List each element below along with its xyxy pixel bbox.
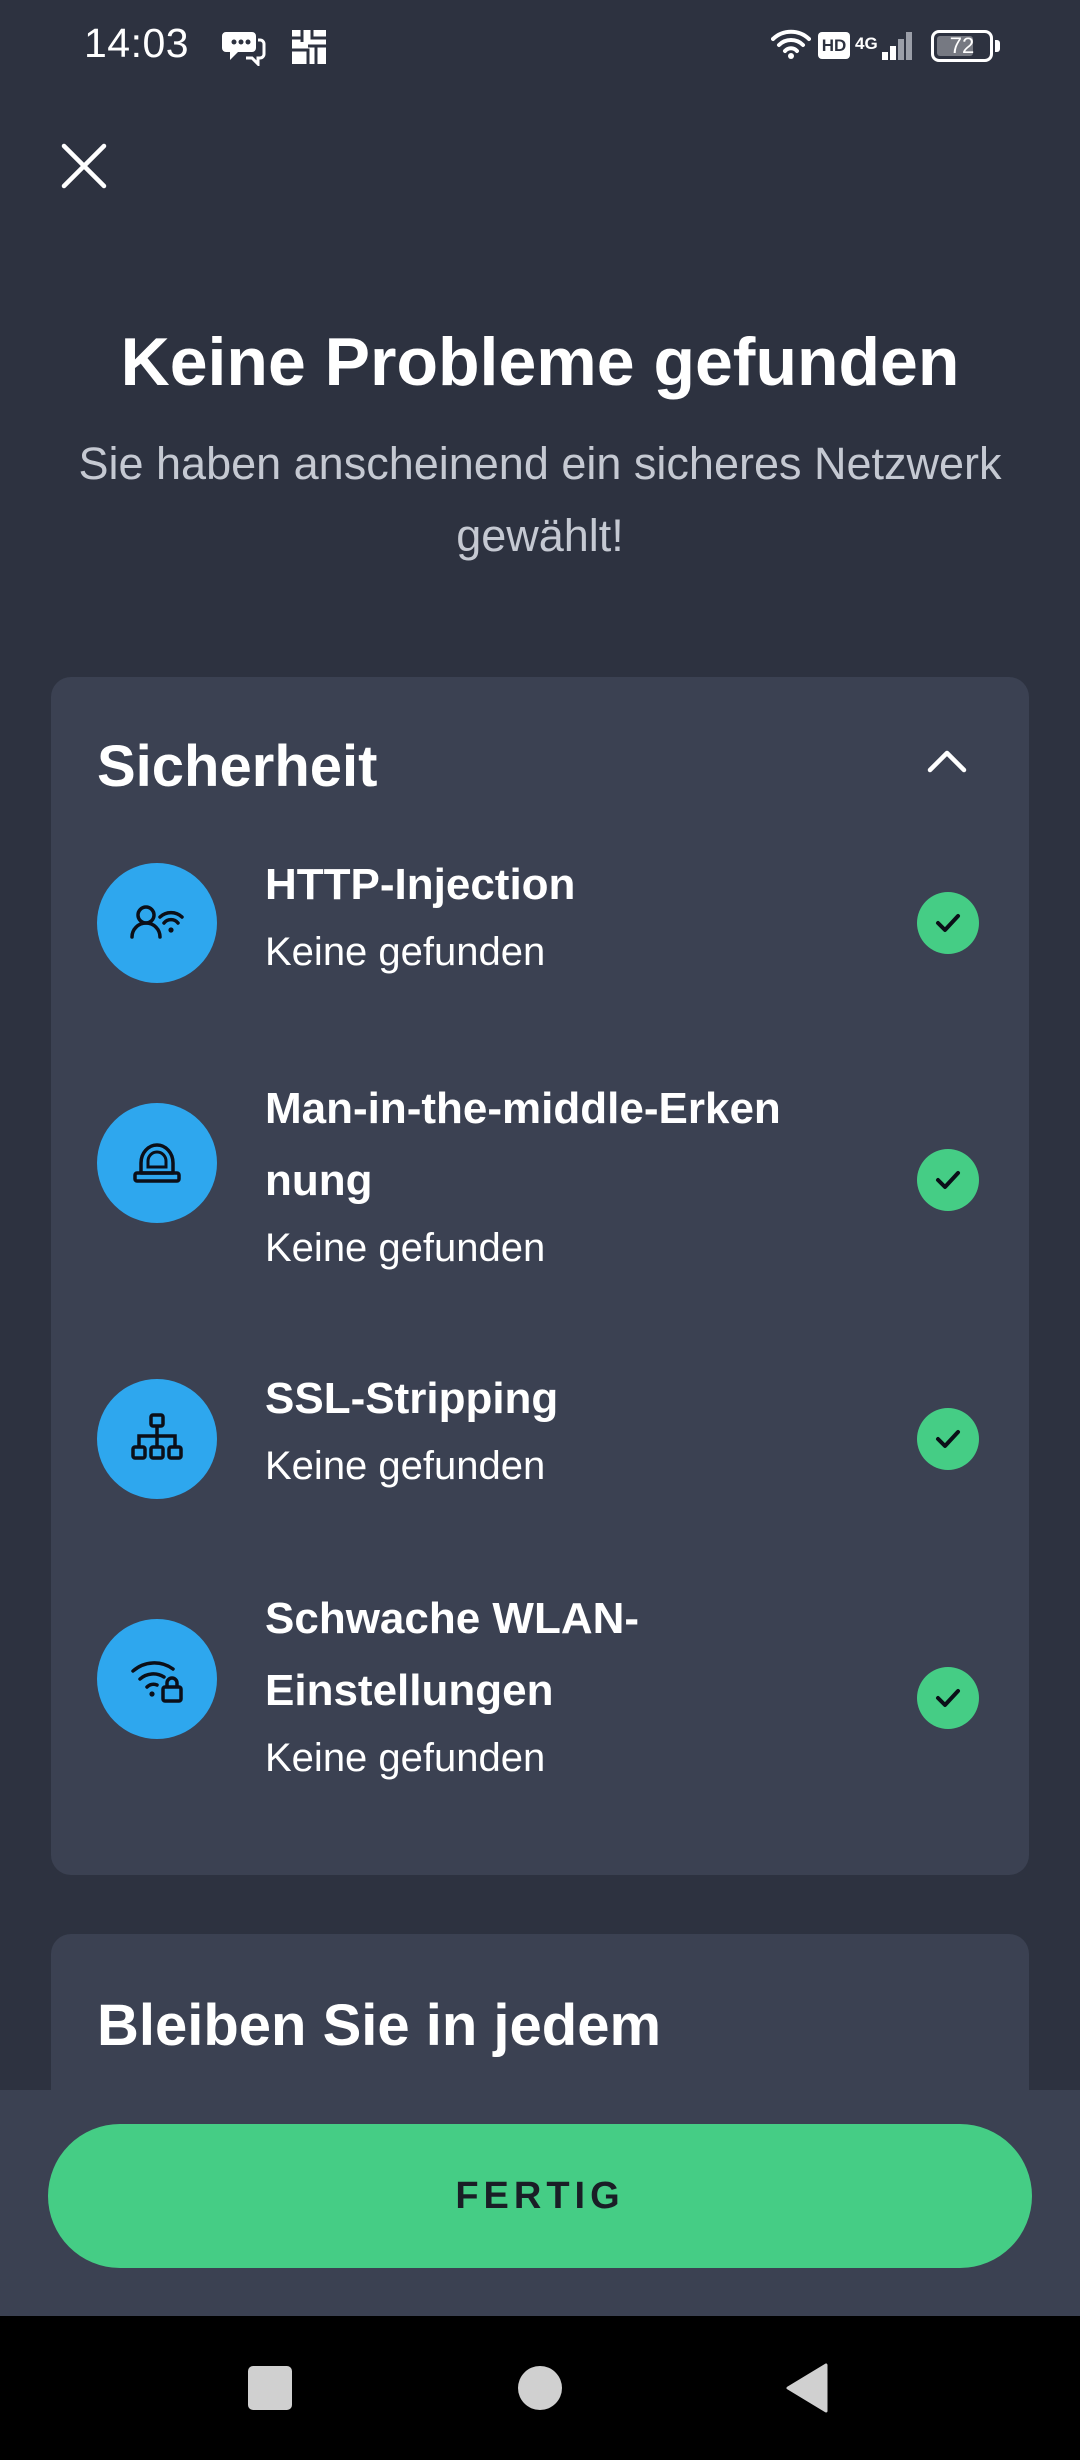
chevron-up-icon bbox=[927, 749, 967, 778]
page-title: Keine Probleme gefunden bbox=[120, 324, 960, 400]
chat-icon bbox=[222, 26, 266, 71]
close-button[interactable] bbox=[52, 136, 116, 200]
battery-tip bbox=[995, 40, 1000, 52]
check-item-text: Man-in-the-middle-Erken nung Keine gefun… bbox=[265, 1073, 865, 1279]
check-icon bbox=[917, 1408, 979, 1470]
check-item-title: HTTP-Injection bbox=[265, 860, 576, 909]
person-wifi-icon bbox=[97, 863, 217, 983]
check-item-ssl-stripping[interactable]: SSL-Stripping Keine gefunden bbox=[51, 1374, 1029, 1529]
check-item-title: Schwache WLAN-Einstellungen bbox=[265, 1594, 640, 1715]
wifi-lock-icon bbox=[97, 1619, 217, 1739]
battery-percent: 72 bbox=[949, 33, 975, 58]
home-button[interactable] bbox=[518, 2366, 562, 2410]
stay-protected-title: Bleiben Sie in jedem bbox=[97, 1993, 662, 2058]
hd-badge: HD bbox=[818, 32, 850, 59]
security-card-title: Sicherheit bbox=[97, 734, 378, 799]
check-item-title: Man-in-the-middle-Erken nung bbox=[265, 1084, 781, 1205]
check-icon bbox=[917, 1149, 979, 1211]
check-item-status: Keine gefunden bbox=[265, 1444, 546, 1488]
recent-apps-button[interactable] bbox=[248, 2366, 292, 2410]
hacker-icon bbox=[97, 1103, 217, 1223]
check-item-text: SSL-Stripping Keine gefunden bbox=[265, 1363, 865, 1497]
system-navigation-bar bbox=[0, 2316, 1080, 2460]
back-triangle-icon bbox=[784, 2363, 830, 2418]
network-tree-icon bbox=[97, 1379, 217, 1499]
status-bar: 14:03 HD 4G 72 bbox=[0, 0, 1080, 92]
check-item-status: Keine gefunden bbox=[265, 1226, 546, 1270]
security-card: Sicherheit HTTP-Injection Keine gefunden bbox=[51, 677, 1029, 1875]
bottom-action-bar: FERTIG bbox=[0, 2090, 1080, 2316]
wifi-icon bbox=[771, 28, 811, 65]
check-item-text: Schwache WLAN-Einstellungen Keine gefund… bbox=[265, 1583, 865, 1789]
check-icon bbox=[917, 1667, 979, 1729]
done-button[interactable]: FERTIG bbox=[48, 2124, 1032, 2268]
check-item-http-injection[interactable]: HTTP-Injection Keine gefunden bbox=[51, 860, 1029, 1013]
battery-icon: 72 bbox=[931, 30, 993, 62]
check-item-status: Keine gefunden bbox=[265, 1736, 546, 1780]
page-subtitle: Sie haben anscheinend ein sicheres Netzw… bbox=[78, 438, 1002, 561]
check-icon bbox=[917, 892, 979, 954]
back-button[interactable] bbox=[784, 2362, 830, 2419]
check-item-weak-wifi-settings[interactable]: Schwache WLAN-Einstellungen Keine gefund… bbox=[51, 1594, 1029, 1829]
signal-icon bbox=[880, 30, 916, 67]
status-time: 14:03 bbox=[84, 20, 190, 66]
collapse-button[interactable] bbox=[911, 733, 983, 793]
check-item-man-in-the-middle[interactable]: Man-in-the-middle-Erken nung Keine gefun… bbox=[51, 1084, 1029, 1313]
network-type: 4G bbox=[855, 34, 878, 53]
check-item-text: HTTP-Injection Keine gefunden bbox=[265, 849, 865, 983]
check-item-title: SSL-Stripping bbox=[265, 1374, 559, 1423]
puzzle-icon bbox=[288, 24, 332, 73]
close-icon bbox=[61, 143, 107, 194]
check-item-status: Keine gefunden bbox=[265, 930, 546, 974]
